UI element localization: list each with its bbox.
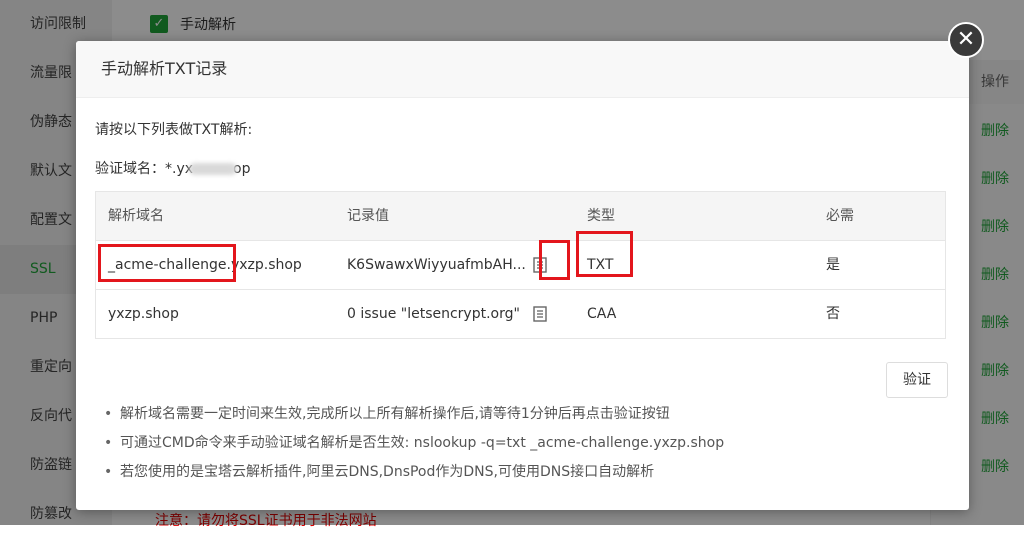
highlight-box-copy	[539, 240, 570, 280]
record-domain: yxzp.shop	[108, 306, 179, 322]
record-value: 0 issue "letsencrypt.org"	[335, 290, 575, 338]
column-header-value: 记录值	[347, 208, 389, 224]
record-type: CAA	[587, 306, 617, 322]
record-required: 否	[826, 306, 840, 322]
table-header-row: 解析域名 记录值 类型 必需	[96, 192, 945, 241]
column-header-required: 必需	[826, 208, 854, 224]
notes-list: 解析域名需要一定时间来生效,完成所以上所有解析操作后,请等待1分钟后再点击验证按…	[102, 400, 724, 487]
record-value-text: K6SwawxWiyyuafmbAH...	[347, 257, 526, 273]
record-value-text: 0 issue "letsencrypt.org"	[347, 306, 520, 322]
highlight-box-type	[576, 231, 633, 277]
record-required: 是	[826, 257, 840, 273]
manual-txt-dialog: 手动解析TXT记录 请按以下列表做TXT解析: 验证域名：*.yx op 解析域名…	[76, 41, 969, 510]
table-row: yxzp.shop 0 issue "letsencrypt.org" CAA …	[96, 290, 945, 338]
intro-text: 请按以下列表做TXT解析:	[95, 122, 253, 138]
blurred-text	[189, 163, 238, 175]
verify-domain: 验证域名：*.yx op	[95, 158, 250, 178]
verify-button[interactable]: 验证	[886, 362, 948, 398]
column-header-domain: 解析域名	[108, 208, 164, 224]
highlight-box-domain	[98, 244, 236, 282]
note-item: 若您使用的是宝塔云解析插件,阿里云DNS,DnsPod作为DNS,可使用DNS接…	[102, 458, 724, 487]
dialog-title: 手动解析TXT记录	[76, 41, 969, 98]
close-button[interactable]: ✕	[948, 22, 984, 58]
note-item: 解析域名需要一定时间来生效,完成所以上所有解析操作后,请等待1分钟后再点击验证按…	[102, 400, 724, 429]
close-icon: ✕	[956, 27, 976, 52]
note-item: 可通过CMD命令来手动验证域名解析是否生效: nslookup -q=txt _…	[102, 429, 724, 458]
copy-icon[interactable]	[531, 305, 549, 323]
verify-domain-label: 验证域名：	[95, 161, 165, 177]
